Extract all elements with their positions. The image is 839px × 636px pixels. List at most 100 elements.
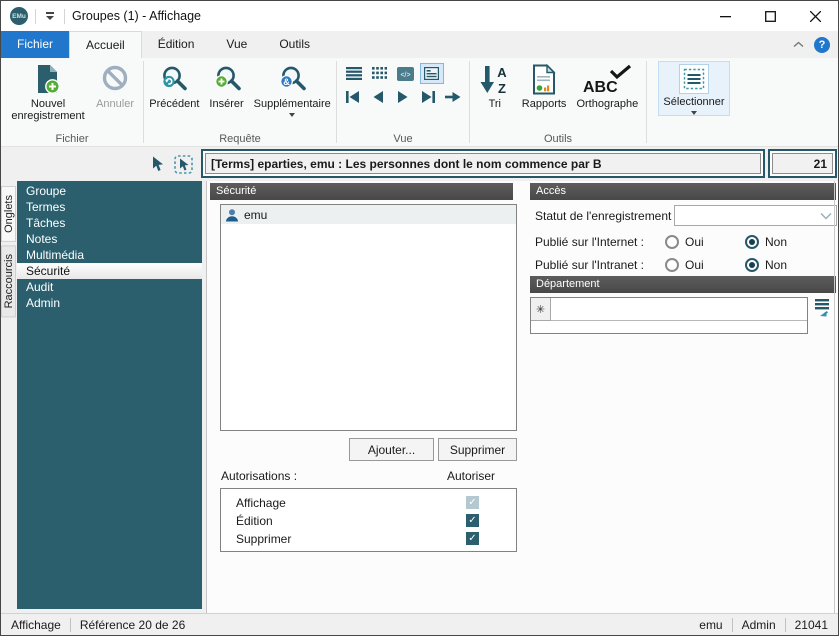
query-summary-box[interactable]: [Terms] eparties, emu : Les personnes do… bbox=[201, 149, 765, 178]
status-user: emu bbox=[699, 617, 723, 632]
query-summary-text: [Terms] eparties, emu : Les personnes do… bbox=[205, 153, 761, 174]
internet-non-label: Non bbox=[765, 234, 788, 249]
collapse-ribbon-icon[interactable] bbox=[793, 41, 804, 48]
last-record-icon bbox=[422, 91, 435, 103]
status-group: Admin bbox=[741, 617, 776, 632]
last-record-button[interactable] bbox=[417, 87, 440, 107]
permission-row-supprimer: Supprimer ✓ bbox=[221, 530, 516, 548]
quick-access-dropdown[interactable] bbox=[43, 12, 57, 20]
reports-button[interactable]: Rapports bbox=[517, 61, 572, 110]
spellcheck-label: Orthographe bbox=[576, 98, 639, 110]
first-record-button[interactable] bbox=[342, 87, 365, 107]
tab-accueil[interactable]: Accueil bbox=[69, 31, 142, 58]
delete-user-button[interactable]: Supprimer bbox=[438, 438, 517, 461]
sidebar-item-notes[interactable]: Notes bbox=[17, 231, 202, 247]
vertical-tab-onglets[interactable]: Onglets bbox=[1, 186, 16, 242]
select-pointer-icon[interactable] bbox=[174, 154, 193, 174]
spellcheck-button[interactable]: ABC Orthographe bbox=[571, 61, 643, 110]
intranet-oui-label: Oui bbox=[685, 257, 704, 272]
tab-vue[interactable]: Vue bbox=[210, 31, 263, 58]
intranet-row: Publié sur l'Intranet : Oui Non bbox=[535, 254, 837, 275]
grid-view-button[interactable] bbox=[368, 63, 392, 84]
close-button[interactable] bbox=[793, 1, 838, 31]
sidebar-item-groupe[interactable]: Groupe bbox=[17, 183, 202, 199]
first-record-icon bbox=[346, 91, 359, 103]
form-view-icon bbox=[424, 67, 439, 80]
record-count-value: 21 bbox=[772, 153, 833, 174]
internet-label: Publié sur l'Internet : bbox=[535, 234, 645, 249]
titlebar-divider bbox=[35, 8, 36, 24]
select-button[interactable]: Sélectionner bbox=[658, 61, 730, 116]
statusbar-divider bbox=[731, 617, 733, 632]
ribbon-tab-row: Fichier Accueil Édition Vue Outils ? bbox=[1, 31, 838, 58]
permission-row-edition: Édition ✓ bbox=[221, 512, 516, 530]
permissions-box: Affichage ✓ Édition ✓ Supprimer ✓ bbox=[220, 488, 517, 552]
pointer-icon[interactable] bbox=[151, 156, 165, 172]
minimize-icon bbox=[720, 15, 731, 17]
sidebar-item-admin[interactable]: Admin bbox=[17, 295, 202, 311]
tab-outils[interactable]: Outils bbox=[263, 31, 326, 58]
tab-fichier[interactable]: Fichier bbox=[1, 31, 70, 58]
statusbar-divider bbox=[784, 617, 786, 632]
insert-button[interactable]: Insérer bbox=[204, 61, 248, 110]
department-input[interactable] bbox=[551, 298, 807, 321]
next-record-button[interactable] bbox=[392, 87, 415, 107]
cancel-label: Annuler bbox=[96, 98, 134, 110]
statusbar-divider bbox=[69, 617, 71, 632]
sidebar-item-audit[interactable]: Audit bbox=[17, 279, 202, 295]
tab-sidebar: Groupe Termes Tâches Notes Multimédia Sé… bbox=[17, 181, 202, 609]
new-row-marker: ✳ bbox=[531, 298, 551, 321]
goto-record-button[interactable] bbox=[442, 87, 465, 107]
supplementary-button[interactable]: & Supplémentaire bbox=[249, 61, 336, 117]
access-panel-header: Accès bbox=[530, 183, 836, 200]
security-user-list[interactable]: emu bbox=[220, 204, 517, 431]
maximize-icon bbox=[765, 10, 776, 22]
internet-non-radio[interactable] bbox=[745, 234, 759, 249]
form-view-button[interactable] bbox=[419, 63, 444, 84]
vertical-tab-raccourcis[interactable]: Raccourcis bbox=[1, 244, 16, 318]
select-rows-icon bbox=[683, 68, 705, 90]
permission-row-affichage: Affichage ✓ bbox=[221, 494, 516, 512]
group-caption-outils: Outils bbox=[543, 133, 573, 145]
minimize-button[interactable] bbox=[703, 1, 748, 31]
sidebar-item-taches[interactable]: Tâches bbox=[17, 215, 202, 231]
previous-record-button[interactable] bbox=[367, 87, 390, 107]
status-reference: Référence 20 de 26 bbox=[79, 617, 186, 632]
tab-edition[interactable]: Édition bbox=[142, 31, 211, 58]
permission-label: Affichage bbox=[236, 496, 286, 510]
record-status-combobox[interactable] bbox=[674, 205, 837, 226]
list-item[interactable]: emu bbox=[221, 205, 516, 224]
sort-button[interactable]: A Z Tri bbox=[473, 61, 517, 110]
add-user-button[interactable]: Ajouter... bbox=[349, 438, 434, 461]
internet-row: Publié sur l'Internet : Oui Non bbox=[535, 231, 837, 252]
checkbox-supprimer[interactable]: ✓ bbox=[466, 532, 479, 545]
dropdown-caret-icon bbox=[691, 111, 697, 115]
department-grid: ✳ bbox=[530, 297, 808, 334]
list-view-button[interactable] bbox=[342, 63, 366, 84]
list-view-icon bbox=[345, 67, 362, 80]
previous-query-button[interactable]: Précédent bbox=[144, 61, 204, 110]
code-view-button[interactable]: </> bbox=[394, 63, 418, 84]
permission-label: Édition bbox=[236, 514, 273, 528]
maximize-button[interactable] bbox=[748, 1, 793, 31]
checkbox-edition[interactable]: ✓ bbox=[466, 514, 479, 527]
ribbon-group-vue: </> Vue bbox=[337, 58, 469, 146]
sidebar-item-securite[interactable]: Sécurité bbox=[17, 263, 202, 279]
internet-oui-radio[interactable] bbox=[665, 234, 679, 249]
sidebar-item-termes[interactable]: Termes bbox=[17, 199, 202, 215]
insert-label: Insérer bbox=[209, 98, 244, 110]
auto-fill-icon[interactable] bbox=[812, 298, 832, 318]
sidebar-item-multimedia[interactable]: Multimédia bbox=[17, 247, 202, 263]
checkbox-affichage: ✓ bbox=[466, 496, 479, 509]
app-window: EMu Groupes (1) - Affichage Fichier Accu… bbox=[0, 0, 839, 636]
user-icon bbox=[226, 208, 238, 221]
supplementary-label: Supplémentaire bbox=[253, 98, 331, 110]
report-icon bbox=[533, 63, 556, 94]
intranet-oui-radio[interactable] bbox=[665, 257, 679, 272]
app-logo-icon[interactable]: EMu bbox=[10, 7, 28, 25]
intranet-non-radio[interactable] bbox=[745, 257, 759, 272]
help-button[interactable]: ? bbox=[814, 36, 830, 53]
new-record-button[interactable]: Nouvel enregistrement bbox=[5, 61, 91, 122]
search-plus-icon bbox=[214, 66, 241, 91]
permissions-label: Autorisations : bbox=[221, 469, 298, 483]
